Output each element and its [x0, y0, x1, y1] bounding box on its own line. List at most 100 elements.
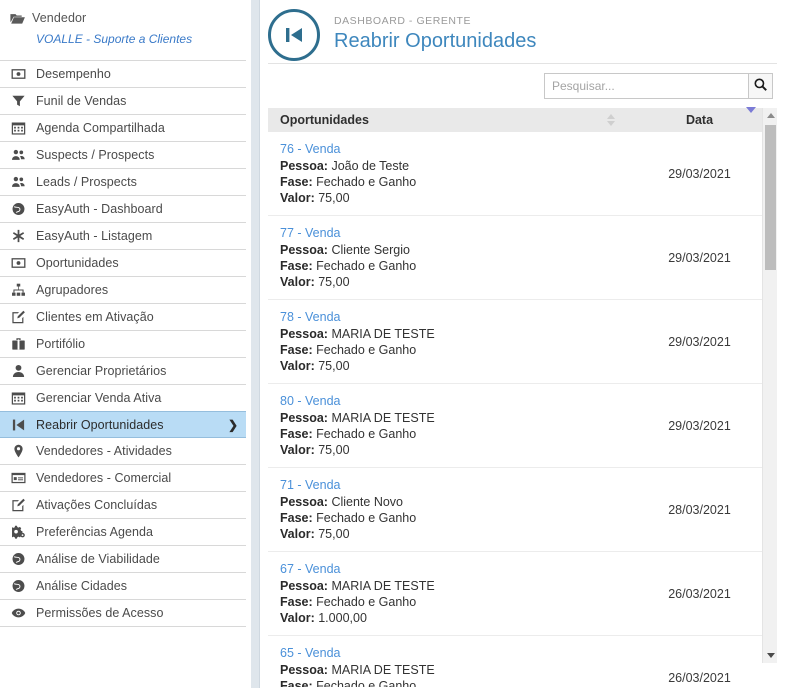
row-field-pessoa: Pessoa: MARIA DE TESTE [280, 578, 637, 594]
opportunity-link[interactable]: 77 - Venda [280, 225, 637, 242]
row-field-label-pessoa: Pessoa: [280, 495, 328, 509]
row-field-value-valor: 75,00 [318, 191, 350, 205]
row-field-fase: Fase: Fechado e Ganho [280, 342, 637, 358]
sidebar-item-clientes-em-ativa-o[interactable]: Clientes em Ativação [0, 304, 246, 331]
gears-icon [10, 525, 27, 540]
sidebar-item-portif-lio[interactable]: Portifólio [0, 331, 246, 358]
row-field-label-valor: Valor: [280, 359, 315, 373]
table-header-row: Oportunidades Data [268, 107, 762, 132]
row-field-valor: Valor: 75,00 [280, 190, 637, 206]
row-field-label-fase: Fase: [280, 175, 313, 189]
table-row[interactable]: 65 - Venda Pessoa: MARIA DE TESTE Fase: Fe… [268, 636, 762, 687]
sidebar-item-label: Permissões de Acesso [36, 606, 164, 620]
sidebar-item-reabrir-oportunidades[interactable]: Reabrir Oportunidades ❯ [0, 411, 246, 438]
search-bar [260, 64, 785, 99]
row-date: 29/03/2021 [668, 250, 731, 265]
sidebar-item-oportunidades[interactable]: Oportunidades [0, 250, 246, 277]
row-field-value-fase: Fechado e Ganho [316, 595, 417, 609]
sidebar-item-agenda-compartilhada[interactable]: Agenda Compartilhada [0, 115, 246, 142]
sidebar-item-funil-de-vendas[interactable]: Funil de Vendas [0, 88, 246, 115]
sidebar-item-an-lise-de-viabilidade[interactable]: Análise de Viabilidade [0, 546, 246, 573]
table-row[interactable]: 71 - Venda Pessoa: Cliente Novo Fase: Fech… [268, 468, 762, 552]
sidebar-item-vendedores-atividades[interactable]: Vendedores - Atividades [0, 438, 246, 465]
opportunity-link[interactable]: 78 - Venda [280, 309, 637, 326]
scroll-down-button[interactable] [763, 648, 778, 663]
scrollbar-thumb[interactable] [765, 125, 776, 270]
row-date: 29/03/2021 [668, 418, 731, 433]
sidebar-item-agrupadores[interactable]: Agrupadores [0, 277, 246, 304]
sidebar-item-ativa-es-conclu-das[interactable]: Ativações Concluídas [0, 492, 246, 519]
opportunity-link[interactable]: 65 - Venda [280, 645, 637, 662]
sidebar-menu: Desempenho Funil de Vendas Agenda Comparti… [0, 60, 246, 627]
users-icon [10, 148, 27, 163]
table-row[interactable]: 67 - Venda Pessoa: MARIA DE TESTE Fase: Fe… [268, 552, 762, 636]
row-field-fase: Fase: Fechado e Ganho [280, 426, 637, 442]
row-date: 26/03/2021 [668, 586, 731, 601]
sidebar-item-gerenciar-propriet-rios[interactable]: Gerenciar Proprietários [0, 358, 246, 385]
table-row[interactable]: 76 - Venda Pessoa: João de Teste Fase: Fec… [268, 132, 762, 216]
sidebar-item-label: Oportunidades [36, 256, 119, 270]
table-row[interactable]: 78 - Venda Pessoa: MARIA DE TESTE Fase: Fe… [268, 300, 762, 384]
row-field-value-fase: Fechado e Ganho [316, 343, 417, 357]
search-input[interactable] [544, 73, 748, 99]
sort-arrows-icon[interactable] [607, 114, 615, 126]
sidebar-company-link[interactable]: VOALLE - Suporte a Clientes [36, 32, 236, 46]
table-scrollbar[interactable] [762, 108, 777, 663]
opportunity-link[interactable]: 76 - Venda [280, 141, 637, 158]
sidebar-item-permiss-es-de-acesso[interactable]: Permissões de Acesso [0, 600, 246, 627]
sidebar-item-label: EasyAuth - Dashboard [36, 202, 163, 216]
breadcrumb: DASHBOARD - GERENTE [334, 15, 472, 27]
sidebar-header: Vendedor VOALLE - Suporte a Clientes [0, 0, 246, 50]
row-field-value-valor: 1.000,00 [318, 611, 367, 625]
row-field-pessoa: Pessoa: Cliente Sergio [280, 242, 637, 258]
sidebar-item-label: Desempenho [36, 67, 111, 81]
opportunity-link[interactable]: 71 - Venda [280, 477, 637, 494]
row-field-label-fase: Fase: [280, 427, 313, 441]
row-details: 77 - Venda Pessoa: Cliente Sergio Fase: Fe… [280, 225, 637, 290]
sidebar-item-prefer-ncias-agenda[interactable]: Preferências Agenda [0, 519, 246, 546]
opportunity-link[interactable]: 80 - Venda [280, 393, 637, 410]
row-field-fase: Fase: Fechado e Ganho [280, 258, 637, 274]
row-field-pessoa: Pessoa: MARIA DE TESTE [280, 662, 637, 678]
row-field-value-fase: Fechado e Ganho [316, 511, 417, 525]
sidebar-item-easyauth-listagem[interactable]: EasyAuth - Listagem [0, 223, 246, 250]
opportunity-link[interactable]: 67 - Venda [280, 561, 637, 578]
sidebar-item-suspects-prospects[interactable]: Suspects / Prospects [0, 142, 246, 169]
sidebar-item-label: Análise de Viabilidade [36, 552, 160, 566]
row-field-value-pessoa: MARIA DE TESTE [331, 579, 435, 593]
table-body: 76 - Venda Pessoa: João de Teste Fase: Fec… [268, 132, 762, 687]
row-field-label-fase: Fase: [280, 259, 313, 273]
row-field-value-fase: Fechado e Ganho [316, 679, 417, 687]
row-details: 67 - Venda Pessoa: MARIA DE TESTE Fase: Fe… [280, 561, 637, 626]
sidebar-divider [246, 0, 260, 688]
sidebar-item-gerenciar-venda-ativa[interactable]: Gerenciar Venda Ativa [0, 385, 246, 412]
sidebar-item-label: Ativações Concluídas [36, 498, 158, 512]
sidebar-item-vendedores-comercial[interactable]: Vendedores - Comercial [0, 465, 246, 492]
sidebar-item-label: Suspects / Prospects [36, 148, 155, 162]
row-field-label-valor: Valor: [280, 527, 315, 541]
sidebar-item-label: Vendedores - Comercial [36, 471, 172, 485]
edit-pencil-icon [10, 310, 27, 325]
table-row[interactable]: 77 - Venda Pessoa: Cliente Sergio Fase: Fe… [268, 216, 762, 300]
row-field-fase: Fase: Fechado e Ganho [280, 678, 637, 687]
row-details: 78 - Venda Pessoa: MARIA DE TESTE Fase: Fe… [280, 309, 637, 374]
sidebar-header-title: Vendedor [32, 11, 87, 25]
row-field-valor: Valor: 75,00 [280, 526, 637, 542]
sidebar-item-an-lise-cidades[interactable]: Análise Cidades [0, 573, 246, 600]
sidebar-item-leads-prospects[interactable]: Leads / Prospects [0, 169, 246, 196]
map-pin-icon [10, 444, 27, 459]
table-row[interactable]: 80 - Venda Pessoa: MARIA DE TESTE Fase: Fe… [268, 384, 762, 468]
sidebar-item-easyauth-dashboard[interactable]: EasyAuth - Dashboard [0, 196, 246, 223]
row-field-label-pessoa: Pessoa: [280, 159, 328, 173]
column-header-data[interactable]: Data [637, 107, 762, 127]
sidebar-item-desempenho[interactable]: Desempenho [0, 61, 246, 88]
column-header-oportunidades[interactable]: Oportunidades [280, 113, 637, 127]
scroll-up-button[interactable] [763, 108, 778, 123]
globe-icon [10, 552, 27, 567]
row-field-valor: Valor: 75,00 [280, 358, 637, 374]
page-title: Reabrir Oportunidades [334, 30, 537, 52]
search-button[interactable] [748, 73, 773, 99]
row-field-label-pessoa: Pessoa: [280, 663, 328, 677]
row-field-value-pessoa: MARIA DE TESTE [331, 411, 435, 425]
row-field-value-pessoa: João de Teste [331, 159, 410, 173]
